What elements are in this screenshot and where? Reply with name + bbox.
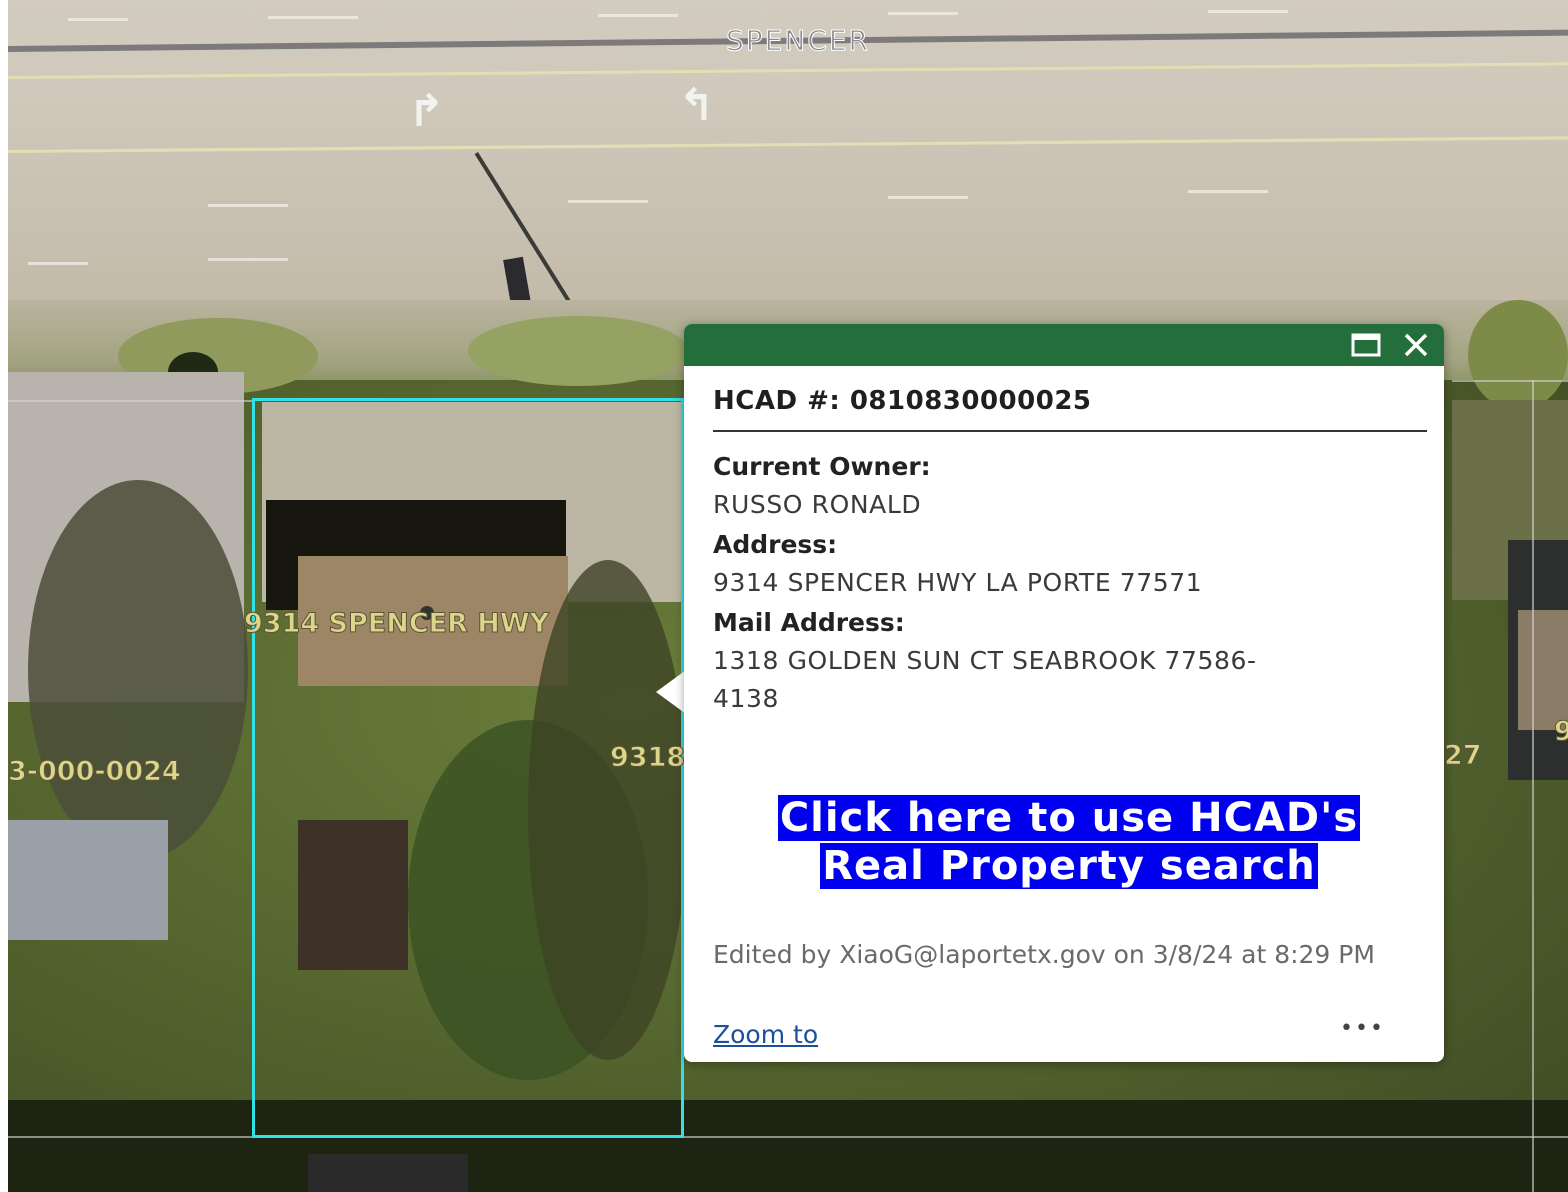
tree [28, 480, 248, 860]
lane-dash [208, 258, 288, 261]
address-label: Address: [713, 530, 838, 559]
more-options-icon[interactable]: ••• [1340, 1016, 1385, 1041]
close-icon [1404, 333, 1428, 357]
lane-dash [568, 200, 648, 203]
parcel-address-label: 9314 SPENCER HWY [243, 608, 550, 640]
owner-value: RUSSO RONALD [713, 490, 922, 519]
parcel-boundary-line [1452, 380, 1568, 382]
street-name-label: SPENCER [726, 24, 870, 58]
parcel-id-label: 27 [1444, 740, 1483, 772]
lane-dash [598, 14, 678, 17]
hcad-link-line2[interactable]: Real Property search [820, 843, 1318, 889]
neighbor-roof [1518, 610, 1568, 730]
maximize-button[interactable] [1350, 330, 1382, 360]
lane-dash [68, 18, 128, 21]
title-divider [713, 430, 1427, 432]
grass-patch [468, 316, 688, 386]
maximize-icon [1351, 333, 1381, 357]
neighbor-roof [8, 820, 168, 940]
edit-info: Edited by XiaoG@laportetx.gov on 3/8/24 … [713, 940, 1375, 969]
lane-dash [268, 16, 358, 19]
turn-arrow-icon: ↰ [678, 80, 715, 131]
turn-arrow-icon: ↱ [408, 86, 445, 137]
lane-dash [888, 196, 968, 199]
popup-title: HCAD #: 0810830000025 [713, 386, 1092, 416]
tree-line [8, 1100, 1568, 1192]
owner-label: Current Owner: [713, 452, 931, 481]
address-value: 9314 SPENCER HWY LA PORTE 77571 [713, 568, 1203, 597]
zoom-to-link[interactable]: Zoom to [713, 1020, 818, 1049]
roof [308, 1154, 468, 1192]
parcel-popup: HCAD #: 0810830000025 Current Owner: RUS… [684, 324, 1444, 1062]
lane-dash [888, 12, 958, 15]
mail-address-label: Mail Address: [713, 608, 905, 637]
lane-dash [208, 204, 288, 207]
lane-dash [28, 262, 88, 265]
parcel-boundary-line [8, 1136, 1568, 1138]
popup-pointer [656, 670, 686, 714]
lane-dash [1188, 190, 1268, 193]
mail-address-value-cont: 4138 [713, 684, 780, 713]
parcel-id-label: 3-000-0024 [8, 756, 181, 788]
hcad-link-line1[interactable]: Click here to use HCAD's [777, 795, 1361, 841]
close-button[interactable] [1400, 330, 1432, 360]
tree [1468, 300, 1568, 410]
parcel-boundary-line [1532, 380, 1534, 1192]
parcel-boundary-line [8, 400, 252, 402]
parcel-address-label: 9 [1554, 716, 1568, 748]
mail-address-value: 1318 GOLDEN SUN CT SEABROOK 77586- [713, 646, 1257, 675]
parcel-address-label: 9318 [609, 742, 686, 774]
hcad-search-link[interactable]: Click here to use HCAD's Real Property s… [724, 794, 1414, 890]
popup-header [684, 324, 1444, 366]
lane-dash [1208, 10, 1288, 13]
